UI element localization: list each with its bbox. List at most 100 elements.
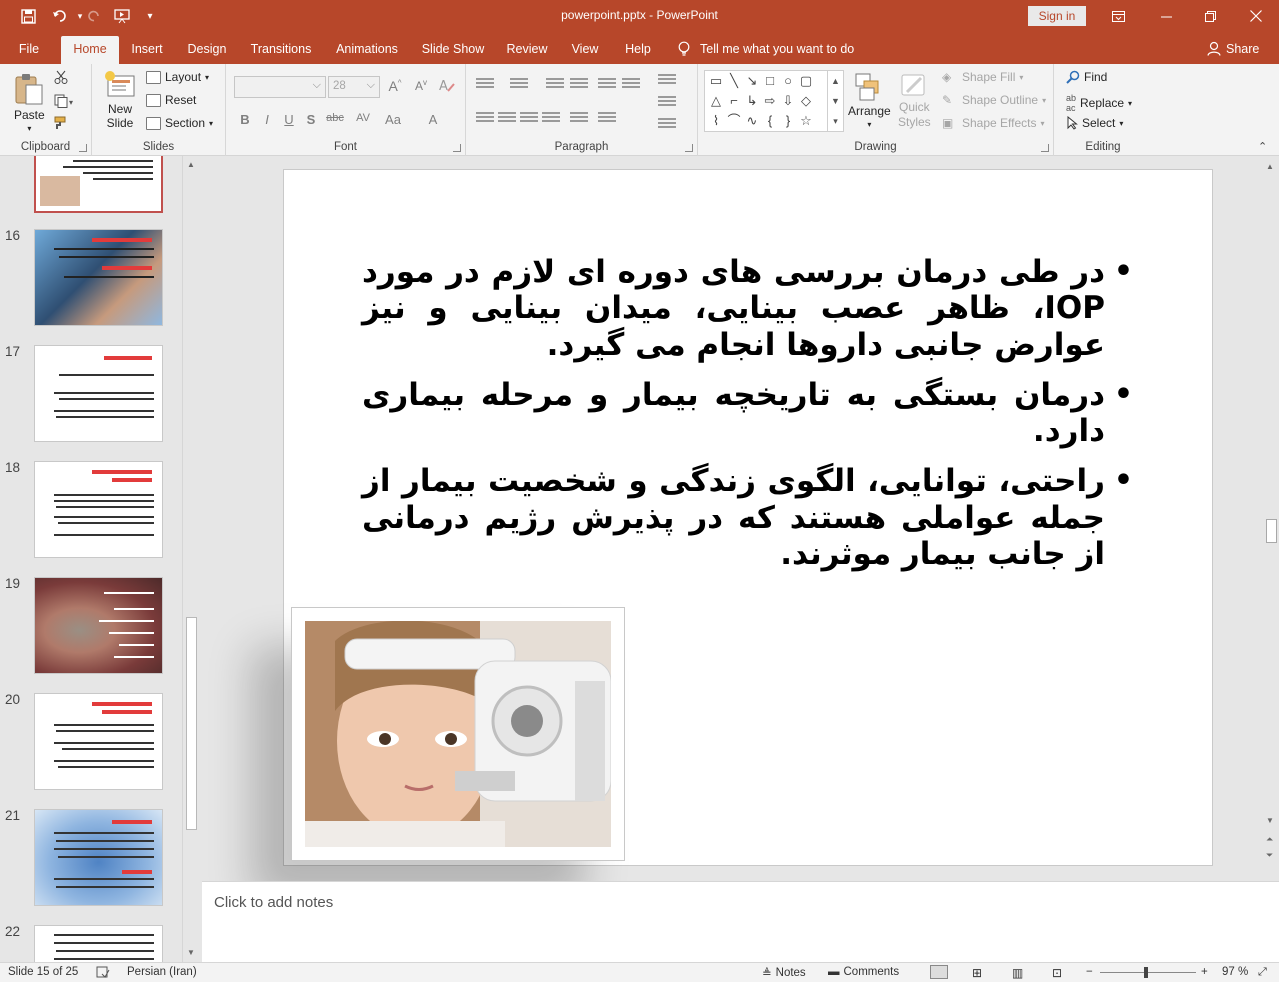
current-slide[interactable]: در طی درمان بررسی های دوره ای لازم در مو… <box>283 169 1213 866</box>
drawing-launcher-icon[interactable] <box>1041 144 1049 152</box>
shapes-more-icon[interactable]: ▲ ▼ ▾ <box>827 71 843 131</box>
thumbnail-scroll-thumb[interactable] <box>186 617 197 830</box>
clipboard-launcher-icon[interactable] <box>79 144 87 152</box>
zoom-level[interactable]: 97 % <box>1222 966 1248 978</box>
tab-help[interactable]: Help <box>618 36 658 64</box>
character-spacing-button[interactable]: AV <box>352 112 374 124</box>
zoom-out-icon[interactable]: − <box>1086 966 1093 978</box>
scroll-up-icon[interactable]: ▲ <box>1266 162 1274 171</box>
slide-scroll-thumb[interactable] <box>1266 519 1277 543</box>
smartart-icon[interactable] <box>658 118 676 132</box>
line-spacing-icon[interactable] <box>598 112 616 126</box>
tab-view[interactable]: View <box>566 36 604 64</box>
notes-button[interactable]: ≜ Notes <box>762 966 806 980</box>
slide-thumbnail-15[interactable] <box>34 156 163 213</box>
decrease-font-icon[interactable]: Av <box>412 78 430 93</box>
tab-review[interactable]: Review <box>502 36 552 64</box>
tab-design[interactable]: Design <box>182 36 232 64</box>
increase-font-icon[interactable]: A^ <box>386 78 404 94</box>
quick-styles-button[interactable]: Quick Styles <box>898 72 931 130</box>
sign-in-button[interactable]: Sign in <box>1028 6 1086 26</box>
fit-to-window-icon[interactable]: ⤢ <box>1258 966 1267 979</box>
slide-body-text[interactable]: در طی درمان بررسی های دوره ای لازم در مو… <box>362 254 1133 586</box>
tab-home[interactable]: Home <box>61 36 119 64</box>
arrange-button[interactable]: Arrange ▾ <box>848 72 891 129</box>
justify-icon[interactable] <box>542 112 560 126</box>
decrease-indent-icon[interactable] <box>546 78 564 92</box>
text-direction-icon[interactable] <box>658 74 676 88</box>
align-text-icon[interactable] <box>658 96 676 110</box>
down-arrow-shape-icon[interactable]: ⇩ <box>781 94 795 108</box>
share-button[interactable]: Share <box>1207 41 1259 56</box>
change-case-button[interactable]: Aa <box>382 112 404 127</box>
zoom-slider[interactable] <box>1100 972 1196 973</box>
freeform-shape-icon[interactable]: ◇ <box>799 94 813 108</box>
slide-scrollbar[interactable]: ▲ ▼ ⏶ ⏷ <box>1263 156 1279 881</box>
slide-thumbnail-20[interactable] <box>34 693 163 790</box>
spell-check-icon[interactable] <box>96 966 110 978</box>
slideshow-view-icon[interactable]: ⊡ <box>1052 966 1062 980</box>
tell-me-search[interactable]: Tell me what you want to do <box>678 41 854 57</box>
paste-button[interactable]: Paste ▾ <box>14 72 45 133</box>
tab-insert[interactable]: Insert <box>124 36 170 64</box>
brace-left-shape-icon[interactable]: { <box>763 114 777 128</box>
curve-shape-icon[interactable]: ⌇ <box>709 114 723 128</box>
columns-icon[interactable] <box>570 112 588 126</box>
slide-thumbnail-19[interactable] <box>34 577 163 674</box>
slide-picture[interactable] <box>291 607 625 861</box>
comments-button[interactable]: ▬ Comments <box>828 966 899 978</box>
strikethrough-button[interactable]: abc <box>324 112 346 124</box>
notes-pane[interactable]: Click to add notes <box>202 881 1279 962</box>
copy-icon[interactable]: ▾ <box>54 94 76 108</box>
section-button[interactable]: Section ▾ <box>146 116 213 130</box>
font-size-combo[interactable]: 28 <box>328 76 380 98</box>
clear-formatting-icon[interactable]: A <box>438 78 456 95</box>
slide-thumbnail-18[interactable] <box>34 461 163 558</box>
font-launcher-icon[interactable] <box>453 144 461 152</box>
reset-button[interactable]: Reset <box>146 93 196 107</box>
numbering-icon[interactable] <box>510 78 528 92</box>
new-slide-button[interactable]: New Slide <box>104 70 136 130</box>
format-painter-icon[interactable] <box>54 116 70 130</box>
rounded-rect-shape-icon[interactable]: ▢ <box>799 74 813 88</box>
shapes-gallery[interactable]: ▭ ╲ ↘ □ ○ ▢ △ ⌐ ↳ ⇨ ⇩ ◇ ⌇ ⌒ ∿ { } ☆ ▲ ▼ ▾ <box>704 70 844 132</box>
align-right-icon[interactable] <box>520 112 538 126</box>
wave-shape-icon[interactable]: ∿ <box>745 114 759 128</box>
restore-icon[interactable] <box>1196 4 1224 28</box>
layout-button[interactable]: Layout ▾ <box>146 70 209 84</box>
align-left-icon[interactable] <box>476 112 494 126</box>
brace-right-shape-icon[interactable]: } <box>781 114 795 128</box>
oval-shape-icon[interactable]: ○ <box>781 74 795 88</box>
arc-shape-icon[interactable]: ⌒ <box>727 114 741 128</box>
elbow-shape-icon[interactable]: ⌐ <box>727 94 741 108</box>
font-color-button[interactable]: A <box>422 112 444 127</box>
zoom-in-icon[interactable]: + <box>1201 966 1208 978</box>
tab-transitions[interactable]: Transitions <box>246 36 316 64</box>
next-slide-icon[interactable]: ⏷ <box>1266 850 1273 861</box>
slide-thumbnail-16[interactable] <box>34 229 163 326</box>
textbox-shape-icon[interactable]: ▭ <box>709 74 723 88</box>
line-shape-icon[interactable]: ╲ <box>727 74 741 88</box>
reading-view-icon[interactable]: ▥ <box>1012 966 1023 980</box>
align-center-icon[interactable] <box>498 112 516 126</box>
italic-button[interactable]: I <box>258 112 276 127</box>
ribbon-display-icon[interactable] <box>1104 4 1132 28</box>
arrow-shape-icon[interactable]: ↘ <box>745 74 759 88</box>
star-shape-icon[interactable]: ☆ <box>799 114 813 128</box>
bullets-icon[interactable] <box>476 78 494 92</box>
slide-sorter-icon[interactable]: ⊞ <box>972 966 982 980</box>
tab-animations[interactable]: Animations <box>330 36 404 64</box>
rtl-icon[interactable] <box>598 78 616 92</box>
slide-thumbnail-22[interactable] <box>34 925 163 962</box>
ltr-icon[interactable] <box>622 78 640 92</box>
connector-shape-icon[interactable]: ↳ <box>745 94 759 108</box>
previous-slide-icon[interactable]: ⏶ <box>1266 834 1273 845</box>
language-indicator[interactable]: Persian (Iran) <box>127 966 197 978</box>
bold-button[interactable]: B <box>236 112 254 127</box>
increase-indent-icon[interactable] <box>570 78 588 92</box>
replace-button[interactable]: ab ac Replace ▾ <box>1066 93 1132 113</box>
select-button[interactable]: Select ▾ <box>1066 116 1123 130</box>
text-shadow-button[interactable]: S <box>302 112 320 127</box>
rectangle-shape-icon[interactable]: □ <box>763 74 777 88</box>
underline-button[interactable]: U <box>280 112 298 127</box>
